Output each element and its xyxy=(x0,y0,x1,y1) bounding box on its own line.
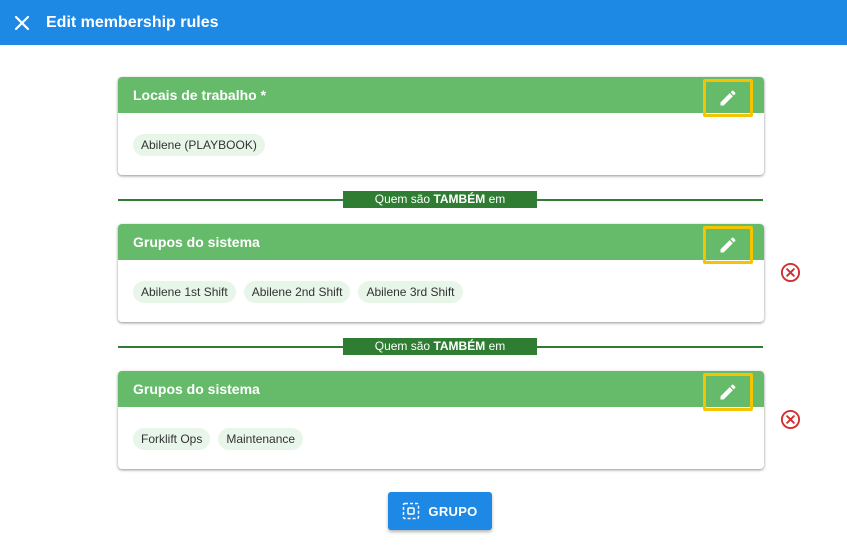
rule-card-header: Grupos do sistema xyxy=(118,224,764,264)
rule-card-body: Abilene (PLAYBOOK) xyxy=(118,113,764,175)
rule-card-body: Abilene 1st Shift Abilene 2nd Shift Abil… xyxy=(118,260,764,322)
chip: Forklift Ops xyxy=(133,428,211,450)
rule-card-header: Locais de trabalho * xyxy=(118,77,764,117)
pencil-icon xyxy=(720,90,736,106)
add-group-label: GRUPO xyxy=(428,503,478,519)
chip: Abilene (PLAYBOOK) xyxy=(133,134,265,156)
pencil-icon xyxy=(720,237,736,253)
separator-label: Quem são TAMBÉM em xyxy=(343,338,537,355)
remove-rule-icon[interactable] xyxy=(780,409,801,430)
group-add-icon xyxy=(403,502,420,520)
rule-card-title: Locais de trabalho * xyxy=(133,87,267,103)
page-title: Edit membership rules xyxy=(46,13,219,31)
rule-card-body: Forklift Ops Maintenance xyxy=(118,407,764,469)
chip: Abilene 1st Shift xyxy=(133,281,236,303)
rule-card-title: Grupos do sistema xyxy=(133,234,260,250)
chip: Abilene 3rd Shift xyxy=(358,281,463,303)
rule-card-work-locations: Locais de trabalho * Abilene (PLAYBOOK) xyxy=(118,77,764,175)
add-group-button[interactable]: GRUPO xyxy=(388,492,492,530)
rule-card-title: Grupos do sistema xyxy=(133,381,260,397)
edit-rule-button[interactable] xyxy=(703,79,753,117)
edit-rule-button[interactable] xyxy=(703,373,753,411)
app-header: Edit membership rules xyxy=(0,0,847,45)
chip: Maintenance xyxy=(218,428,304,450)
rule-card-system-groups: Grupos do sistema Forklift Ops Maintenan… xyxy=(118,371,764,469)
rule-card-header: Grupos do sistema xyxy=(118,371,764,411)
remove-rule-icon[interactable] xyxy=(780,262,801,283)
edit-rule-button[interactable] xyxy=(703,226,753,264)
separator-label: Quem são TAMBÉM em xyxy=(343,191,537,208)
pencil-icon xyxy=(720,384,736,400)
close-icon[interactable] xyxy=(12,13,32,33)
chip: Abilene 2nd Shift xyxy=(243,281,351,303)
rule-card-system-groups: Grupos do sistema Abilene 1st Shift Abil… xyxy=(118,224,764,322)
